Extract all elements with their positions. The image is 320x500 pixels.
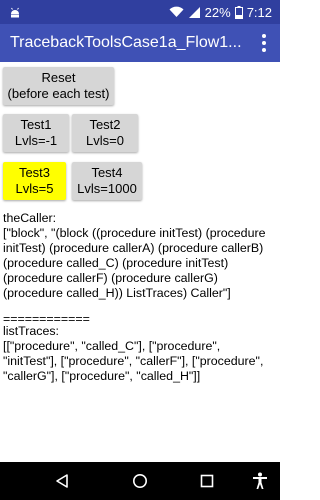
reset-button-label: Reset <box>41 70 76 85</box>
signal-icon <box>188 6 201 19</box>
wifi-icon <box>169 6 184 18</box>
traces-label: listTraces: <box>3 324 59 338</box>
back-icon[interactable] <box>42 462 82 500</box>
test4-button[interactable]: Test4 Lvls=1000 <box>72 162 142 200</box>
caller-label: theCaller: <box>3 211 57 225</box>
test2-button-sublabel: Lvls=0 <box>86 133 124 148</box>
main-content: Reset (before each test) Test1 Lvls=-1 T… <box>0 62 280 462</box>
navigation-bar <box>0 462 280 500</box>
overflow-menu-icon[interactable] <box>254 33 274 53</box>
test4-button-label: Test4 <box>91 165 123 180</box>
android-notification-icon <box>8 5 22 19</box>
caller-value: ["block", "(block ((procedure initTest) … <box>3 226 266 300</box>
recents-icon[interactable] <box>187 462 227 500</box>
status-bar-left <box>8 0 22 24</box>
app-bar: TracebackToolsCase1a_Flow1... <box>0 24 280 62</box>
status-time: 7:12 <box>246 4 272 20</box>
test3-button-sublabel: Lvls=5 <box>15 181 54 196</box>
traces-value: [["procedure", "called_C"], ["procedure"… <box>3 339 264 383</box>
test1-button[interactable]: Test1 Lvls=-1 <box>3 114 69 152</box>
test4-button-sublabel: Lvls=1000 <box>77 181 137 196</box>
test2-button-label: Test2 <box>89 117 121 132</box>
accessibility-icon[interactable] <box>244 462 276 500</box>
test2-button[interactable]: Test2 Lvls=0 <box>72 114 138 152</box>
app-title: TracebackToolsCase1a_Flow1... <box>10 34 242 51</box>
test3-button-label: Test3 <box>18 165 51 180</box>
status-bar-right: 22% 7:12 <box>169 0 272 24</box>
test1-button-label: Test1 <box>20 117 52 132</box>
home-icon[interactable] <box>120 462 160 500</box>
reset-button[interactable]: Reset (before each test) <box>3 67 114 105</box>
reset-button-sublabel: (before each test) <box>7 86 110 101</box>
status-bar: 22% 7:12 <box>0 0 280 24</box>
test3-button[interactable]: Test3 Lvls=5 <box>3 162 66 200</box>
battery-percent: 22% <box>204 4 231 20</box>
test1-button-sublabel: Lvls=-1 <box>14 133 58 148</box>
battery-icon <box>234 5 243 19</box>
